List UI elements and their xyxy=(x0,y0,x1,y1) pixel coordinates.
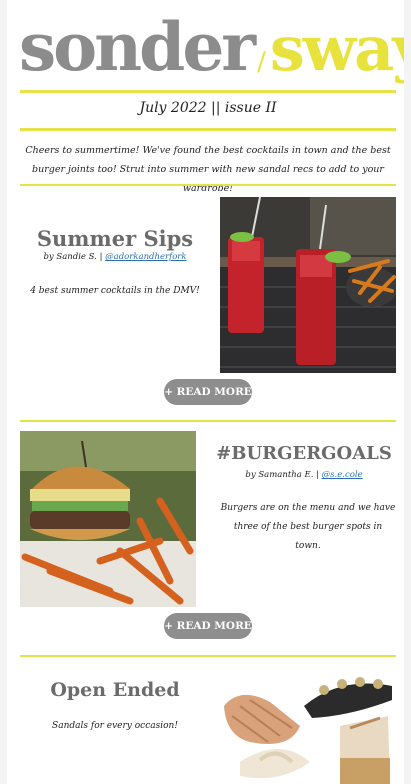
section-title-summer-sips: Summer Sips xyxy=(36,226,194,251)
section-blurb: Sandals for every occasion! xyxy=(52,721,178,731)
brand-word-sway: sway xyxy=(269,12,404,85)
author-handle-link[interactable]: @adorkandherfork xyxy=(105,252,186,262)
byline-author: by Sandie S. | xyxy=(43,252,106,262)
brand-word-sonder: sonder xyxy=(19,8,256,86)
author-handle-link[interactable]: @s.e.cole xyxy=(322,470,363,480)
cocktails-illustration xyxy=(220,197,396,373)
cocktails-photo[interactable] xyxy=(220,197,396,373)
sandals-photo[interactable] xyxy=(220,666,396,784)
brand-logo: sonder/sway xyxy=(19,8,404,88)
issue-line: July 2022 || issue II xyxy=(139,100,277,116)
byline-author: by Samantha E. | xyxy=(245,470,322,480)
section-title-open-ended: Open Ended xyxy=(50,679,180,701)
divider xyxy=(20,90,396,93)
burger-illustration xyxy=(20,431,196,607)
divider xyxy=(20,420,396,422)
read-more-button[interactable]: + READ MORE xyxy=(164,379,252,405)
sandals-illustration xyxy=(220,666,396,784)
byline: by Samantha E. | @s.e.cole xyxy=(212,470,396,480)
divider xyxy=(20,184,396,186)
divider xyxy=(20,128,396,131)
section-blurb: Burgers are on the menu and we have thre… xyxy=(220,503,396,551)
brand-separator: / xyxy=(257,47,266,77)
section-title-burgergoals: #BURGERGOALS xyxy=(216,443,392,464)
section-blurb: 4 best summer cocktails in the DMV! xyxy=(30,286,200,296)
newsletter-card: sonder/sway July 2022 || issue II Cheers… xyxy=(7,0,404,784)
divider xyxy=(20,655,396,657)
byline: by Sandie S. | @adorkandherfork xyxy=(20,252,210,262)
intro-text: Cheers to summertime! We've found the be… xyxy=(25,145,391,194)
read-more-button[interactable]: + READ MORE xyxy=(164,613,252,639)
burger-photo[interactable] xyxy=(20,431,196,607)
